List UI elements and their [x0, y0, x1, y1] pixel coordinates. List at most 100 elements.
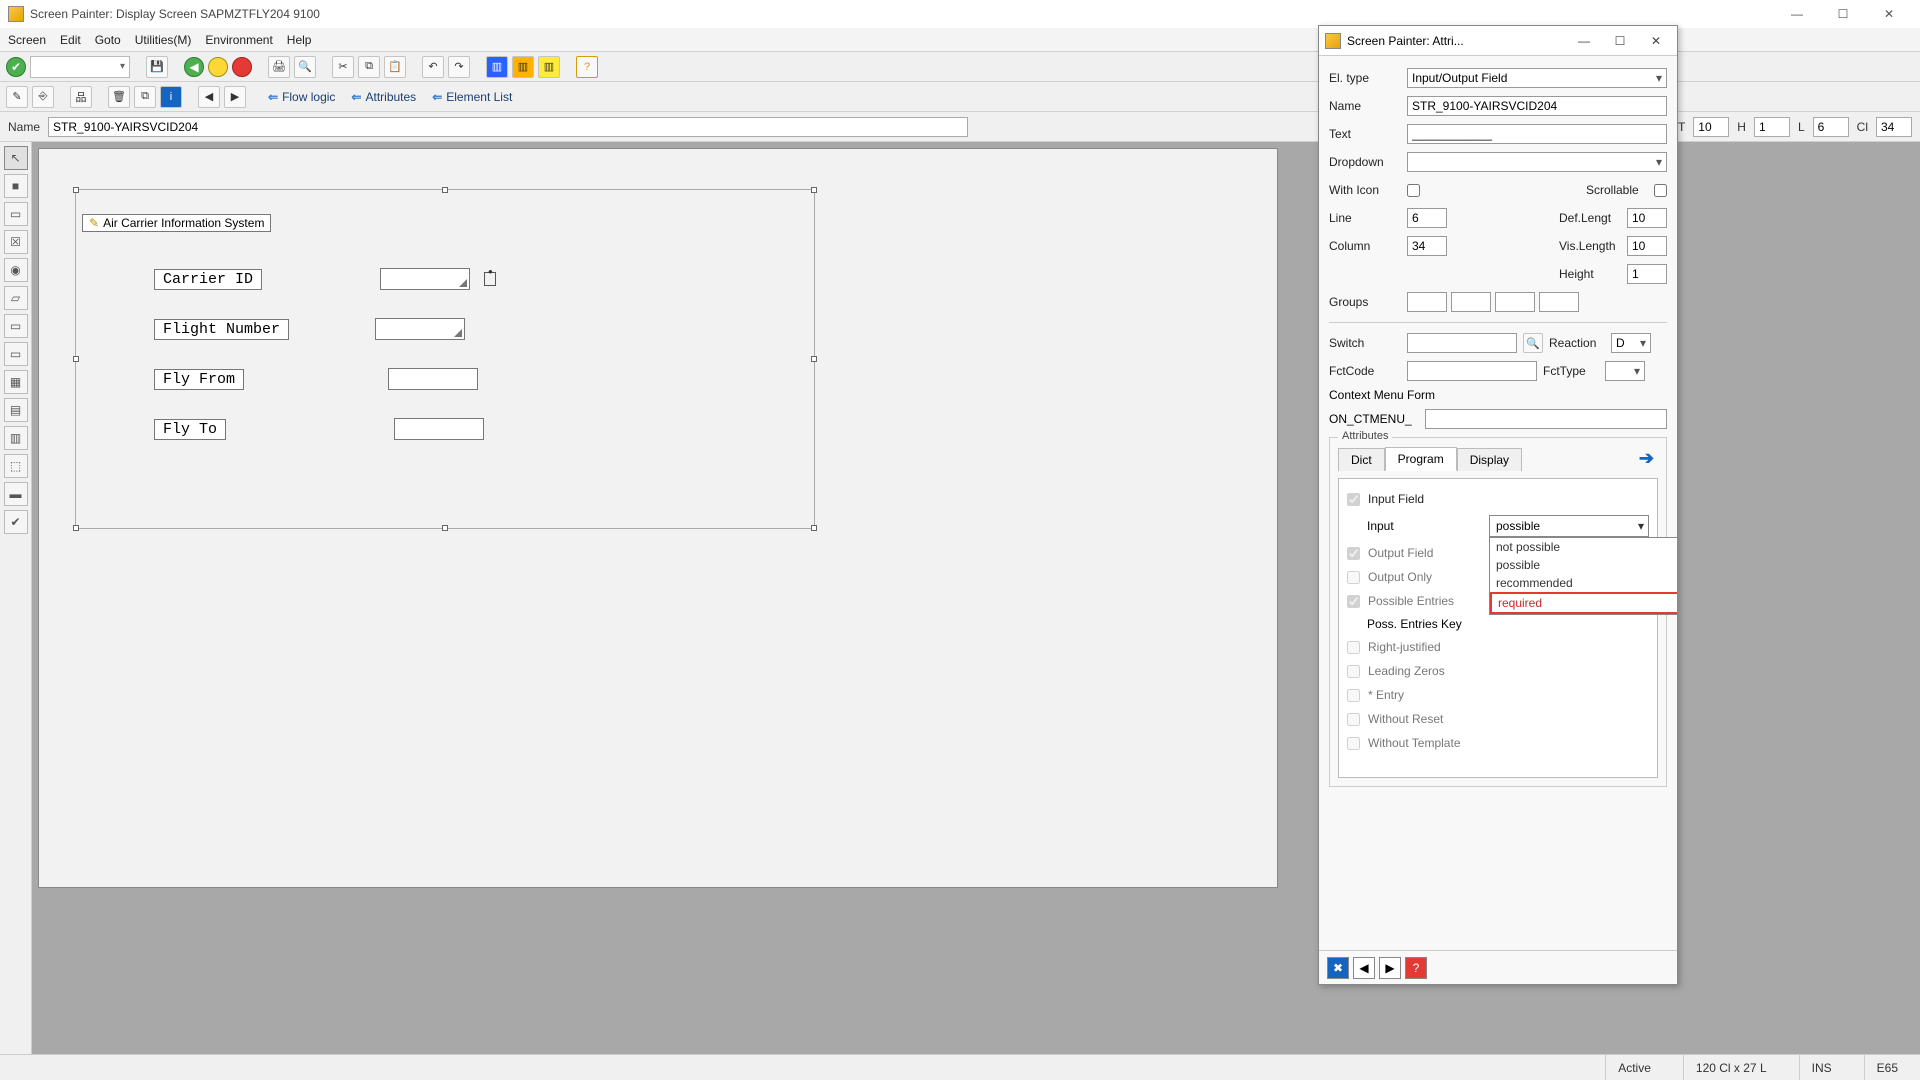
deflen-input[interactable]	[1627, 208, 1667, 228]
text-tool-icon[interactable]: ■	[4, 174, 28, 198]
attr-dropdown-dd[interactable]	[1407, 152, 1667, 172]
redo-icon[interactable]: ↷	[448, 56, 470, 78]
check-tool-icon[interactable]: ☒	[4, 230, 28, 254]
paste-icon[interactable]: 📋	[384, 56, 406, 78]
tab-tool-icon[interactable]: ▭	[4, 342, 28, 366]
input-tool-icon[interactable]: ▭	[4, 202, 28, 226]
back-icon[interactable]: ◀	[184, 57, 204, 77]
el-type-dropdown[interactable]: Input/Output Field	[1407, 68, 1667, 88]
attr-minimize-button[interactable]: —	[1569, 34, 1599, 48]
help-icon[interactable]: ?	[576, 56, 598, 78]
custom-tool-icon[interactable]: ⬚	[4, 454, 28, 478]
menu-help[interactable]: Help	[287, 33, 312, 47]
switch-input[interactable]	[1407, 333, 1517, 353]
input-fly-to[interactable]	[394, 418, 484, 440]
footer-close-icon[interactable]: ✖	[1327, 957, 1349, 979]
frame-tool-icon[interactable]: ▱	[4, 286, 28, 310]
box-tool-icon[interactable]: ▭	[4, 314, 28, 338]
delete-icon[interactable]: 🗑	[108, 86, 130, 108]
info-icon[interactable]: i	[160, 86, 182, 108]
flow-logic-link[interactable]: ⇐Flow logic	[262, 90, 341, 104]
sub-tool-icon[interactable]: ▤	[4, 398, 28, 422]
menu-screen[interactable]: Screen	[8, 33, 46, 47]
close-button[interactable]: ✕	[1866, 0, 1912, 28]
fctcode-input[interactable]	[1407, 361, 1537, 381]
tab-program[interactable]: Program	[1385, 447, 1457, 471]
input-option-required[interactable]: required	[1490, 592, 1677, 614]
footer-prev-icon[interactable]: ◀	[1353, 957, 1375, 979]
ctxmenu-input[interactable]	[1425, 409, 1667, 429]
menu-edit[interactable]: Edit	[60, 33, 81, 47]
column-input[interactable]	[1407, 236, 1447, 256]
exit-icon[interactable]	[208, 57, 228, 77]
table-tool-icon[interactable]: ▦	[4, 370, 28, 394]
copy2-icon[interactable]: ⧉	[134, 86, 156, 108]
element-list-link[interactable]: ⇐Element List	[426, 90, 518, 104]
resize-handle[interactable]	[73, 525, 79, 531]
wand-icon[interactable]: ✎	[6, 86, 28, 108]
tabs-scroll-right-icon[interactable]: ➔	[1639, 448, 1658, 469]
resize-handle[interactable]	[811, 525, 817, 531]
reaction-dd[interactable]: D	[1611, 333, 1651, 353]
undo-icon[interactable]: ↶	[422, 56, 444, 78]
input-option[interactable]: possible	[1490, 556, 1677, 574]
insert-icon[interactable]: ⎆	[32, 86, 54, 108]
command-field[interactable]	[30, 56, 130, 78]
input-dropdown[interactable]: possible not possible possible recommend…	[1489, 515, 1649, 537]
structure-icon[interactable]: 品	[70, 86, 92, 108]
switch-search-icon[interactable]: 🔍	[1523, 333, 1543, 353]
column-tool-icon[interactable]: ▥	[4, 426, 28, 450]
attributes-link[interactable]: ⇐Attributes	[345, 90, 422, 104]
maximize-button[interactable]: ☐	[1820, 0, 1866, 28]
attr-text-input[interactable]	[1407, 124, 1667, 144]
height-input[interactable]	[1627, 264, 1667, 284]
resize-handle[interactable]	[442, 525, 448, 531]
menu-environment[interactable]: Environment	[205, 33, 272, 47]
attr-name-input[interactable]	[1407, 96, 1667, 116]
copy-icon[interactable]: ⧉	[358, 56, 380, 78]
resize-handle[interactable]	[811, 356, 817, 362]
tab-display[interactable]: Display	[1457, 448, 1522, 471]
input-carrier-id[interactable]	[380, 268, 470, 290]
layout3-icon[interactable]: ▥	[538, 56, 560, 78]
l-input[interactable]	[1813, 117, 1849, 137]
fcttype-dd[interactable]	[1605, 361, 1645, 381]
resize-handle[interactable]	[73, 356, 79, 362]
cancel-icon[interactable]	[232, 57, 252, 77]
find-icon[interactable]: 🔍	[294, 56, 316, 78]
tab-dict[interactable]: Dict	[1338, 448, 1385, 471]
scrollable-checkbox[interactable]	[1654, 184, 1667, 197]
attr-maximize-button[interactable]: ☐	[1605, 34, 1635, 48]
attr-close-button[interactable]: ✕	[1641, 34, 1671, 48]
resize-handle[interactable]	[442, 187, 448, 193]
vislen-input[interactable]	[1627, 236, 1667, 256]
layout1-icon[interactable]: ▥	[486, 56, 508, 78]
pointer-tool-icon[interactable]: ↖	[4, 146, 28, 170]
menu-utilities[interactable]: Utilities(M)	[135, 33, 192, 47]
prev-icon[interactable]: ◀	[198, 86, 220, 108]
input-fly-from[interactable]	[388, 368, 478, 390]
footer-help-icon[interactable]: ?	[1405, 957, 1427, 979]
name-input[interactable]	[48, 117, 968, 137]
t-input[interactable]	[1693, 117, 1729, 137]
menu-goto[interactable]: Goto	[95, 33, 121, 47]
cl-input[interactable]	[1876, 117, 1912, 137]
save-icon[interactable]: 💾	[146, 56, 168, 78]
form-frame[interactable]: ✎ Air Carrier Information System Carrier…	[75, 189, 815, 529]
footer-next-icon[interactable]: ▶	[1379, 957, 1401, 979]
withicon-checkbox[interactable]	[1407, 184, 1420, 197]
line-input[interactable]	[1407, 208, 1447, 228]
groups-boxes[interactable]	[1407, 292, 1579, 312]
status-tool-icon[interactable]: ▬	[4, 482, 28, 506]
resize-handle[interactable]	[73, 187, 79, 193]
enter-icon[interactable]: ✔	[6, 57, 26, 77]
input-flight-number[interactable]	[375, 318, 465, 340]
h-input[interactable]	[1754, 117, 1790, 137]
resize-handle[interactable]	[811, 187, 817, 193]
input-option[interactable]: not possible	[1490, 538, 1677, 556]
print-icon[interactable]: 🖨	[268, 56, 290, 78]
radio-tool-icon[interactable]: ◉	[4, 258, 28, 282]
ok-tool-icon[interactable]: ✔	[4, 510, 28, 534]
f4-help-icon[interactable]	[484, 272, 496, 286]
layout2-icon[interactable]: ▥	[512, 56, 534, 78]
